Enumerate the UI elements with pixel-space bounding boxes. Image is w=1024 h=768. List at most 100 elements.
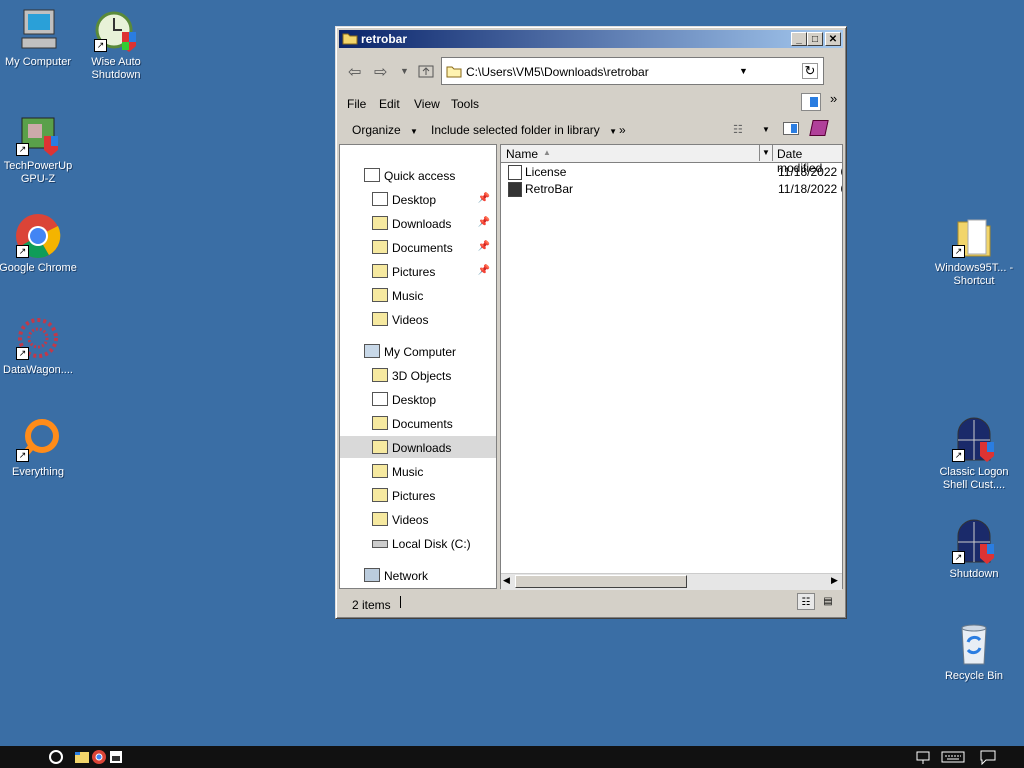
up-folder-icon[interactable] (418, 64, 434, 78)
file-row[interactable]: License 11/18/2022 6 (501, 163, 842, 180)
column-dropdown-icon[interactable]: ▼ (759, 145, 773, 161)
downloads-icon (372, 216, 388, 230)
desktop-icon-gpu-z[interactable]: ↗ TechPowerUp GPU-Z (0, 110, 80, 186)
organize-button[interactable]: Organize ▼ (352, 123, 418, 137)
keyboard-tray-icon[interactable] (941, 749, 965, 765)
menu-file[interactable]: File (347, 97, 366, 111)
search-circle-icon[interactable] (48, 749, 64, 765)
nav-my-computer[interactable]: My Computer (340, 340, 496, 362)
desktop-icon-label: Wise Auto Shutdown (91, 56, 141, 81)
nav-documents[interactable]: Documents 📌 (340, 236, 496, 258)
nav-desktop-pc[interactable]: Desktop (340, 388, 496, 410)
chrome-icon[interactable] (91, 749, 107, 765)
horizontal-scrollbar[interactable]: ◀ ▶ (501, 573, 842, 590)
pin-icon[interactable]: 📌 (478, 217, 490, 228)
nav-pictures-pc[interactable]: Pictures (340, 484, 496, 506)
notifications-icon[interactable] (980, 749, 996, 766)
desktop-icon-chrome[interactable]: ↗ Google Chrome (0, 212, 80, 275)
column-header: Name ▲ ▼ Date modified (501, 145, 842, 175)
details-view-icon[interactable]: ☷ (797, 593, 815, 610)
desktop-icon (372, 192, 388, 206)
file-list[interactable]: Name ▲ ▼ Date modified License 11/18/202… (500, 144, 843, 590)
nav-documents-pc[interactable]: Documents (340, 412, 496, 434)
retrobar-icon[interactable] (108, 749, 124, 765)
text-file-icon (508, 165, 522, 180)
scrollbar-thumb[interactable] (515, 575, 687, 588)
nav-downloads[interactable]: Downloads 📌 (340, 212, 496, 234)
overflow-chevron-icon[interactable]: » (830, 91, 837, 106)
minimize-button[interactable]: _ (791, 32, 807, 46)
nav-quick-access[interactable]: Quick access (340, 164, 496, 186)
desktop-icon-everything[interactable]: ↗ Everything (0, 416, 80, 479)
scroll-right-icon[interactable]: ▶ (831, 575, 838, 586)
file-row[interactable]: RetroBar 11/18/2022 6 (501, 180, 842, 197)
desktop-icon-my-computer[interactable]: My Computer (0, 6, 80, 69)
nav-pictures[interactable]: Pictures 📌 (340, 260, 496, 282)
nav-videos[interactable]: Videos (340, 308, 496, 330)
file-date: 11/18/2022 6 (778, 165, 842, 179)
back-icon[interactable]: ⇦ (348, 62, 361, 82)
menu-view[interactable]: View (414, 97, 440, 111)
address-row: ⇦ ⇨ ▼ C:\Users\VM5\Downloads\retrobar ▼ … (339, 52, 843, 90)
computer-icon (364, 344, 380, 358)
address-dropdown-icon[interactable]: ▼ (739, 66, 748, 76)
refresh-icon[interactable]: ↻ (802, 63, 818, 79)
close-button[interactable]: ✕ (825, 32, 841, 46)
pin-icon[interactable]: 📌 (478, 265, 490, 276)
nav-desktop[interactable]: Desktop 📌 (340, 188, 496, 210)
desktop-icon-windows95-shortcut[interactable]: ↗ Windows95T... - Shortcut (932, 212, 1016, 288)
preview-pane-icon[interactable] (783, 122, 799, 135)
file-name: License (525, 165, 567, 179)
title-bar[interactable]: retrobar _ □ ✕ (339, 30, 843, 48)
nav-videos-pc[interactable]: Videos (340, 508, 496, 530)
navigation-pane[interactable]: Quick access Desktop 📌 Downloads 📌 Documen… (339, 144, 497, 589)
desktop-icon-datawagon[interactable]: ↗ DataWagon.... (0, 314, 80, 377)
scroll-left-icon[interactable]: ◀ (503, 575, 510, 586)
desktop-icon-label: My Computer (4, 56, 72, 68)
pin-icon[interactable]: 📌 (478, 193, 490, 204)
help-book-icon[interactable] (809, 120, 829, 136)
more-commands-button[interactable]: » (619, 123, 626, 137)
folder-icon (342, 33, 358, 45)
menu-tools[interactable]: Tools (451, 97, 479, 111)
nav-music-pc[interactable]: Music (340, 460, 496, 482)
menu-edit[interactable]: Edit (379, 97, 400, 111)
explorer-window[interactable]: retrobar _ □ ✕ ⇦ ⇨ ▼ C:\Users\VM5\Downlo… (335, 26, 847, 619)
nav-downloads-pc[interactable]: Downloads (340, 436, 496, 458)
pin-icon[interactable]: 📌 (478, 241, 490, 252)
address-text: C:\Users\VM5\Downloads\retrobar (466, 65, 649, 79)
network-tray-icon[interactable] (915, 749, 931, 765)
menu-bar: File Edit View Tools » (339, 91, 843, 113)
view-dropdown-icon[interactable]: ▼ (762, 125, 770, 134)
pictures-icon (372, 264, 388, 278)
nav-3d-objects[interactable]: 3D Objects (340, 364, 496, 386)
content-area: Quick access Desktop 📌 Downloads 📌 Documen… (339, 144, 843, 590)
file-explorer-icon[interactable] (74, 749, 90, 765)
shortcut-arrow-icon: ↗ (16, 245, 29, 258)
documents-icon (372, 240, 388, 254)
desktop-icon-label: Classic Logon Shell Cust.... (939, 466, 1009, 491)
desktop-icon-classic-logon[interactable]: ↗ Classic Logon Shell Cust.... (932, 416, 1016, 492)
large-icons-view-icon[interactable]: ▤ (819, 593, 837, 610)
my-computer-icon (14, 6, 62, 54)
folder-icon (372, 368, 388, 382)
nav-music[interactable]: Music (340, 284, 496, 306)
column-name[interactable]: Name (506, 147, 538, 161)
desktop-icon-shutdown[interactable]: ↗ Shutdown (932, 518, 1016, 581)
gpu-z-icon: ↗ (14, 110, 62, 158)
nav-network[interactable]: Network (340, 564, 496, 586)
nav-local-disk[interactable]: Local Disk (C:) (340, 532, 496, 554)
maximize-button[interactable]: □ (807, 32, 823, 46)
address-bar[interactable]: C:\Users\VM5\Downloads\retrobar ▼ ↻ (441, 57, 824, 85)
downloads-icon (372, 440, 388, 454)
view-options-icon[interactable]: ☷ (733, 123, 743, 136)
preview-pane-toggle-icon[interactable] (801, 93, 821, 111)
documents-icon (372, 416, 388, 430)
include-in-library-button[interactable]: Include selected folder in library ▼ (431, 123, 617, 137)
desktop-icon-wise-auto-shutdown[interactable]: ↗ Wise Auto Shutdown (74, 6, 158, 82)
desktop-icon (372, 392, 388, 406)
desktop-icon-recycle-bin[interactable]: Recycle Bin (932, 620, 1016, 683)
classic-logon-icon: ↗ (950, 416, 998, 464)
recent-dropdown-icon[interactable]: ▼ (400, 66, 409, 76)
forward-icon[interactable]: ⇨ (374, 62, 387, 82)
